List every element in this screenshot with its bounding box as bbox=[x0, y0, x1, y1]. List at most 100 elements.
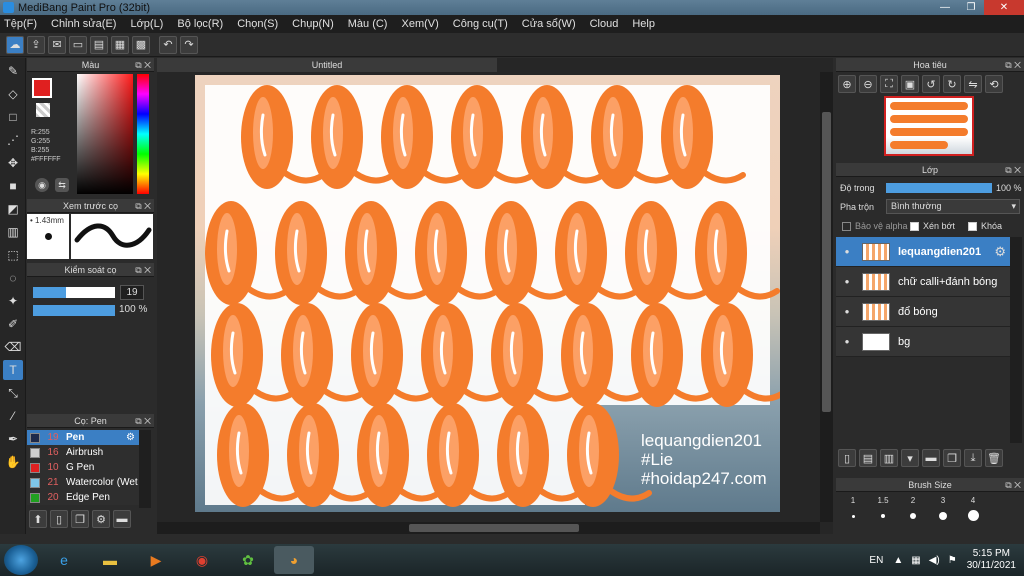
export-icon[interactable]: ⇪ bbox=[27, 35, 45, 54]
brush-list-item[interactable]: 10 G Pen bbox=[27, 460, 139, 475]
delete-layer-icon[interactable]: 🗑 bbox=[985, 449, 1003, 467]
new-layer-icon[interactable]: ▯ bbox=[838, 449, 856, 467]
eraser-tool-icon[interactable]: ◇ bbox=[3, 84, 23, 104]
rect-select-icon[interactable]: □ bbox=[3, 107, 23, 127]
navigator-thumbnail[interactable] bbox=[884, 96, 974, 156]
brush-list-scrollbar[interactable] bbox=[139, 430, 151, 508]
new-halftone-layer-icon[interactable]: ▤ bbox=[859, 449, 877, 467]
menu-file[interactable]: Tệp(F) bbox=[4, 18, 37, 30]
canvas-artwork[interactable]: lequangdien201 #Lie #hoidap247.com bbox=[195, 75, 780, 512]
bucket-tool-icon[interactable]: ◩ bbox=[3, 199, 23, 219]
volume-icon[interactable]: ◀) bbox=[929, 555, 940, 566]
close-button[interactable]: ✕ bbox=[984, 0, 1024, 15]
fill-rect-icon[interactable]: ■ bbox=[3, 176, 23, 196]
flip-icon[interactable]: ⇋ bbox=[964, 75, 982, 93]
add-brush-icon[interactable]: ⬆ bbox=[29, 510, 47, 528]
brush-size-option[interactable]: 4 bbox=[958, 496, 988, 521]
clipping-checkbox[interactable]: Xén bớt bbox=[910, 221, 955, 231]
lasso-tool-icon[interactable]: ◌ bbox=[3, 268, 23, 288]
start-button[interactable] bbox=[4, 545, 38, 575]
brush-settings-icon[interactable]: ⚙ bbox=[92, 510, 110, 528]
pen-icon[interactable]: ✒ bbox=[3, 429, 23, 449]
network-icon[interactable]: ▦ bbox=[911, 555, 920, 566]
brush-folder-icon[interactable]: ▬ bbox=[113, 510, 131, 528]
menu-view[interactable]: Xem(V) bbox=[401, 18, 438, 30]
magic-wand-icon[interactable]: ✦ bbox=[3, 291, 23, 311]
merge-layer-icon[interactable]: ⤓ bbox=[964, 449, 982, 467]
layer-row[interactable]: ● chữ calli+đánh bóng bbox=[836, 267, 1010, 297]
chrome-icon[interactable]: ◉ bbox=[182, 546, 222, 574]
move-tool-icon[interactable]: ✥ bbox=[3, 153, 23, 173]
comment-icon[interactable]: ✉ bbox=[48, 35, 66, 54]
brush-size-value[interactable]: 19 bbox=[120, 285, 144, 300]
visibility-icon[interactable]: ● bbox=[840, 247, 854, 256]
layer-opacity-slider[interactable] bbox=[886, 183, 992, 193]
select-pen-icon[interactable]: ✐ bbox=[3, 314, 23, 334]
panel-controls-icon[interactable]: ⧉ ✕ bbox=[1005, 58, 1021, 72]
copy-brush-icon[interactable]: ❐ bbox=[71, 510, 89, 528]
medibang-taskbar-icon[interactable]: ◕ bbox=[274, 546, 314, 574]
rotate-left-icon[interactable]: ↺ bbox=[922, 75, 940, 93]
gear-icon[interactable]: ⚙ bbox=[126, 432, 135, 443]
transparent-swatch[interactable] bbox=[36, 103, 50, 117]
brush-size-option[interactable]: 2 bbox=[898, 496, 928, 521]
menu-edit[interactable]: Chỉnh sửa(E) bbox=[51, 18, 116, 30]
undo-icon[interactable]: ↶ bbox=[159, 35, 177, 54]
menu-filter[interactable]: Bộ lọc(R) bbox=[177, 18, 223, 30]
layer-row[interactable]: ● đổ bóng bbox=[836, 297, 1010, 327]
grid-icon[interactable]: ▦ bbox=[111, 35, 129, 54]
actual-size-icon[interactable]: ▣ bbox=[901, 75, 919, 93]
menu-help[interactable]: Help bbox=[632, 18, 655, 30]
panel-controls-icon[interactable]: ⧉ ✕ bbox=[135, 414, 151, 428]
hand-tool-icon[interactable]: ✋ bbox=[3, 452, 23, 472]
layer-folder-icon[interactable]: ▬ bbox=[922, 449, 940, 467]
flag-icon[interactable]: ⚑ bbox=[948, 555, 957, 566]
text-tool-icon[interactable]: T bbox=[3, 360, 23, 380]
palette-icon[interactable]: ◉ bbox=[35, 178, 49, 192]
dot-tool-icon[interactable]: ⋰ bbox=[3, 130, 23, 150]
brush-list-item[interactable]: 20 Edge Pen bbox=[27, 490, 139, 505]
visibility-icon[interactable]: ● bbox=[840, 337, 854, 346]
tray-expand-icon[interactable]: ▲ bbox=[893, 555, 903, 566]
gradient-tool-icon[interactable]: ▥ bbox=[3, 222, 23, 242]
maximize-button[interactable]: ❐ bbox=[958, 0, 984, 15]
brush-size-option[interactable]: 1 bbox=[838, 496, 868, 521]
zoom-in-icon[interactable]: ⊕ bbox=[838, 75, 856, 93]
brush-size-slider[interactable] bbox=[33, 287, 115, 298]
new-brush-icon[interactable]: ▯ bbox=[50, 510, 68, 528]
visibility-icon[interactable]: ● bbox=[840, 307, 854, 316]
minimize-button[interactable]: — bbox=[932, 0, 958, 15]
lock-checkbox[interactable]: Khóa bbox=[968, 221, 1002, 231]
blend-mode-select[interactable]: Bình thường ▾ bbox=[886, 199, 1020, 214]
tab-untitled[interactable]: Untitled bbox=[157, 58, 497, 72]
layer-scrollbar[interactable] bbox=[1010, 237, 1022, 443]
panel-controls-icon[interactable]: ⧉ ✕ bbox=[135, 199, 151, 213]
brush-size-option[interactable]: 1.5 bbox=[868, 496, 898, 521]
menu-select[interactable]: Chọn(S) bbox=[237, 18, 278, 30]
primary-color-swatch[interactable] bbox=[32, 78, 52, 98]
new-8bit-layer-icon[interactable]: ▥ bbox=[880, 449, 898, 467]
language-indicator[interactable]: EN bbox=[869, 555, 883, 566]
zoom-out-icon[interactable]: ⊖ bbox=[859, 75, 877, 93]
redo-icon[interactable]: ↷ bbox=[180, 35, 198, 54]
tile-icon[interactable]: ▩ bbox=[132, 35, 150, 54]
brush-opacity-slider[interactable] bbox=[33, 305, 115, 316]
cloud-icon[interactable]: ☁ bbox=[6, 35, 24, 54]
page-icon[interactable]: ▤ bbox=[90, 35, 108, 54]
visibility-icon[interactable]: ● bbox=[840, 277, 854, 286]
panel-controls-icon[interactable]: ⧉ ✕ bbox=[1005, 163, 1021, 177]
panel-controls-icon[interactable]: ⧉ ✕ bbox=[1005, 478, 1021, 492]
eyedropper-icon[interactable]: ⁄ bbox=[3, 406, 23, 426]
media-player-icon[interactable]: ▶ bbox=[136, 546, 176, 574]
select-eraser-icon[interactable]: ⌫ bbox=[3, 337, 23, 357]
menu-cloud[interactable]: Cloud bbox=[590, 18, 619, 30]
brush-tool-icon[interactable]: ✎ bbox=[3, 61, 23, 81]
brush-list-item[interactable]: 19 Pen ⚙ bbox=[27, 430, 139, 445]
saturation-picker[interactable] bbox=[77, 74, 133, 194]
fit-icon[interactable]: ⛶ bbox=[880, 75, 898, 93]
menu-layer[interactable]: Lớp(L) bbox=[130, 18, 163, 30]
panel-controls-icon[interactable]: ⧉ ✕ bbox=[135, 263, 151, 277]
app-green-icon[interactable]: ✿ bbox=[228, 546, 268, 574]
layer-row[interactable]: ● bg bbox=[836, 327, 1010, 357]
marquee-tool-icon[interactable]: ⬚ bbox=[3, 245, 23, 265]
